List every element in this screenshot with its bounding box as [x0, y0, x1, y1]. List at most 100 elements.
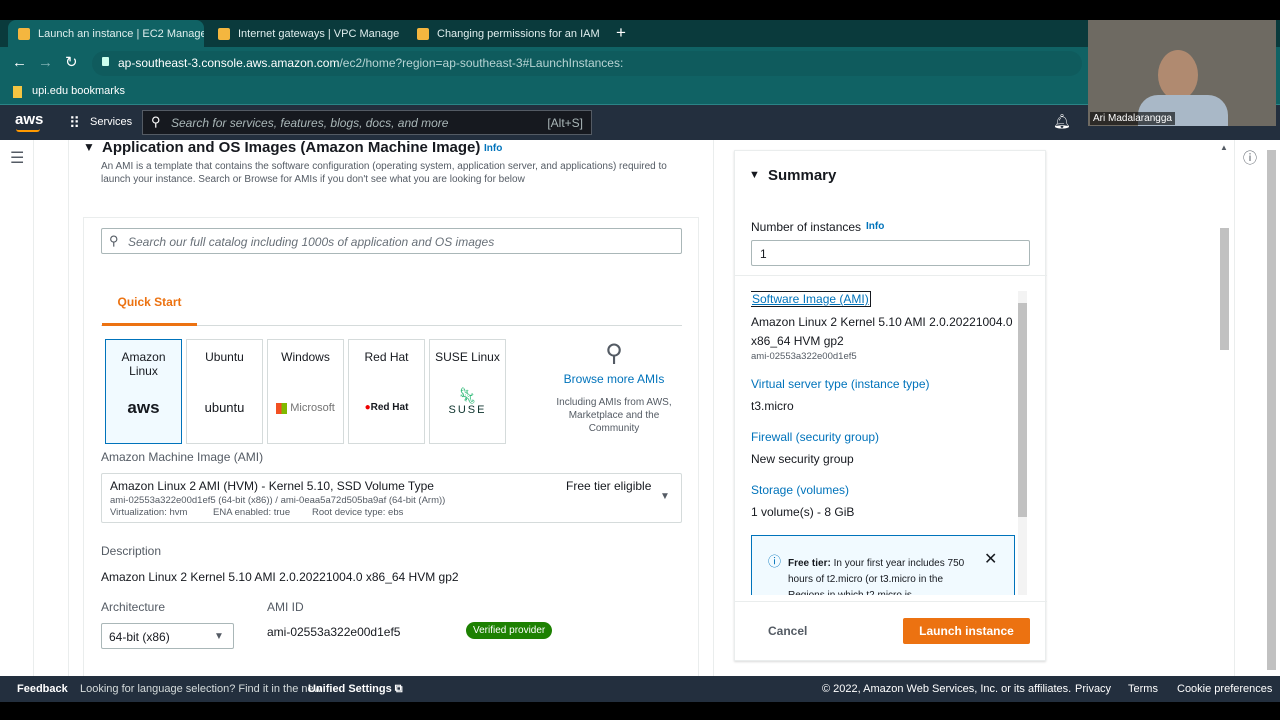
browser-tab[interactable]: Launch an instance | EC2 Manage✕	[8, 20, 204, 47]
verified-provider-badge: Verified provider	[466, 622, 553, 639]
storage-link[interactable]: Storage (volumes)	[751, 483, 849, 497]
ami-name: Amazon Linux 2 AMI (HVM) - Kernel 5.10, …	[110, 479, 434, 493]
instances-label: Number of instances	[751, 220, 862, 234]
browse-more-amis[interactable]: ⚲ Browse more AMIs Including AMIs from A…	[549, 339, 679, 444]
instance-type-value: t3.micro	[751, 399, 794, 413]
firewall-link[interactable]: Firewall (security group)	[751, 430, 879, 444]
logo-text: Red Hat	[370, 402, 409, 413]
os-card-ubuntu[interactable]: Ubuntu ubuntu	[186, 339, 263, 444]
global-search-input[interactable]: ⚲ Search for services, features, blogs, …	[142, 110, 592, 135]
microsoft-logo-icon	[276, 402, 288, 414]
aws-favicon-icon	[18, 27, 30, 40]
copyright: © 2022, Amazon Web Services, Inc. or its…	[822, 683, 1072, 695]
launch-instance-button[interactable]: Launch instance	[903, 618, 1030, 644]
footer: Feedback Looking for language selection?…	[0, 676, 1280, 702]
os-card-windows[interactable]: Windows Microsoft	[267, 339, 344, 444]
search-placeholder: Search for services, features, blogs, do…	[171, 116, 449, 130]
architecture-value: 64-bit (x86)	[109, 630, 170, 644]
collapse-caret-icon[interactable]: ▼	[749, 169, 760, 181]
help-rail: ⓘ	[1234, 140, 1264, 676]
summary-panel: ▼ Summary Number of instances Info 1 Sof…	[734, 150, 1047, 661]
main-scrollbar-thumb[interactable]	[1220, 228, 1229, 350]
webcam-name-label: Ari Madalarangga	[1090, 112, 1175, 125]
bell-icon[interactable]: 🔔︎	[1053, 113, 1071, 130]
close-icon[interactable]: ✕	[984, 549, 997, 569]
privacy-link[interactable]: Privacy	[1075, 683, 1111, 695]
summary-scroll: Software Image (AMI) Amazon Linux 2 Kern…	[751, 289, 1021, 595]
ami-id-value: ami-02553a322e00d1ef5	[267, 625, 401, 639]
software-image-link[interactable]: Software Image (AMI)	[751, 291, 871, 307]
caret-down-icon: ▼	[660, 491, 670, 502]
os-card-label: Red Hat	[364, 350, 409, 364]
browse-more-subtext: Including AMIs from AWS, Marketplace and…	[556, 397, 672, 434]
os-card-suse[interactable]: SUSE Linux 🦎︎ SUSE	[429, 339, 506, 444]
description-value: Amazon Linux 2 Kernel 5.10 AMI 2.0.20221…	[101, 570, 459, 584]
search-icon: ⚲	[151, 114, 161, 129]
back-icon[interactable]: ←	[12, 54, 27, 71]
reload-icon[interactable]: ↻	[65, 53, 78, 71]
aws-logo[interactable]: aws	[15, 111, 43, 128]
free-tier-badge: Free tier eligible	[566, 479, 652, 493]
browser-tab[interactable]: Changing permissions for an IAM✕	[407, 20, 603, 47]
cookie-preferences-link[interactable]: Cookie preferences	[1177, 683, 1272, 695]
divider	[735, 275, 1047, 276]
ami-select[interactable]: Amazon Linux 2 AMI (HVM) - Kernel 5.10, …	[101, 473, 682, 523]
software-image-id: ami-02553a322e00d1ef5	[751, 351, 857, 362]
feedback-link[interactable]: Feedback	[17, 683, 68, 695]
browse-more-link[interactable]: Browse more AMIs	[549, 372, 679, 386]
services-menu[interactable]: Services	[90, 116, 132, 128]
info-circle-icon[interactable]: ⓘ	[1243, 148, 1257, 168]
page-scrollbar-thumb[interactable]	[1267, 150, 1276, 670]
url-host: ap-southeast-3.console.aws.amazon.com	[118, 56, 340, 70]
tab-title: Changing permissions for an IAM	[437, 27, 600, 40]
unified-settings-link[interactable]: Unified Settings ⧉	[308, 683, 403, 696]
os-card-label: SUSE Linux	[435, 350, 500, 364]
summary-scrollbar[interactable]	[1018, 291, 1027, 595]
os-card-label: Amazon Linux	[121, 350, 166, 378]
search-icon: ⚲	[605, 340, 623, 367]
ami-id-label: AMI ID	[267, 600, 304, 614]
language-hint: Looking for language selection? Find it …	[80, 683, 322, 695]
storage-value: 1 volume(s) - 8 GiB	[751, 505, 855, 519]
bookmark-folder[interactable]: upi.edu bookmarks	[32, 85, 125, 97]
instance-type-link[interactable]: Virtual server type (instance type)	[751, 377, 930, 391]
forward-icon[interactable]: →	[38, 54, 53, 71]
aws-smile-icon	[16, 129, 40, 132]
info-link[interactable]: Info	[484, 143, 502, 154]
collapse-caret-icon[interactable]: ▼	[83, 140, 95, 154]
cancel-button[interactable]: Cancel	[768, 624, 807, 638]
tab-title: Launch an instance | EC2 Manage	[38, 27, 204, 40]
section-description: An AMI is a template that contains the s…	[101, 161, 667, 185]
ubuntu-logo-icon: ubuntu	[204, 400, 245, 415]
ami-ids: ami-02553a322e00d1ef5 (64-bit (x86)) / a…	[110, 495, 446, 506]
browser-tab[interactable]: Internet gateways | VPC Manage✕	[208, 20, 404, 47]
caret-down-icon: ▼	[214, 631, 224, 642]
url-bar[interactable]: ap-southeast-3.console.aws.amazon.com/ec…	[92, 51, 1082, 76]
os-card-label: Ubuntu	[205, 350, 244, 364]
summary-title: Summary	[768, 167, 837, 184]
url-text: ap-southeast-3.console.aws.amazon.com/ec…	[118, 56, 623, 70]
scroll-up-icon[interactable]: ▲	[1220, 143, 1228, 152]
webcam-person	[1158, 50, 1198, 100]
folder-icon	[13, 86, 22, 98]
ami-virtualization: Virtualization: hvm	[110, 507, 188, 518]
free-tier-alert: ⓘ Free tier: In your first year includes…	[751, 535, 1015, 595]
tab-quick-start[interactable]: Quick Start	[102, 294, 197, 326]
search-shortcut: [Alt+S]	[547, 116, 583, 130]
aws-favicon-icon	[417, 27, 429, 40]
info-link[interactable]: Info	[866, 221, 884, 232]
os-card-amazon-linux[interactable]: Amazon Linux aws	[105, 339, 182, 444]
ami-root-device: Root device type: ebs	[312, 507, 404, 518]
ami-panel: ▼ Application and OS Images (Amazon Mach…	[68, 139, 714, 677]
new-tab-button[interactable]: +	[616, 23, 626, 43]
ami-label: Amazon Machine Image (AMI)	[101, 450, 264, 464]
architecture-select[interactable]: 64-bit (x86) ▼	[101, 623, 234, 649]
ami-search-input[interactable]: ⚲ Search our full catalog including 1000…	[101, 228, 682, 254]
letterbox-bottom	[0, 702, 1280, 720]
webcam-overlay: Ari Madalarangga	[1088, 20, 1276, 126]
instances-input[interactable]: 1	[751, 240, 1030, 266]
os-card-red-hat[interactable]: Red Hat ●Red Hat	[348, 339, 425, 444]
hamburger-menu-icon[interactable]: ☰	[10, 148, 24, 168]
aws-favicon-icon	[218, 27, 230, 40]
terms-link[interactable]: Terms	[1128, 683, 1158, 695]
